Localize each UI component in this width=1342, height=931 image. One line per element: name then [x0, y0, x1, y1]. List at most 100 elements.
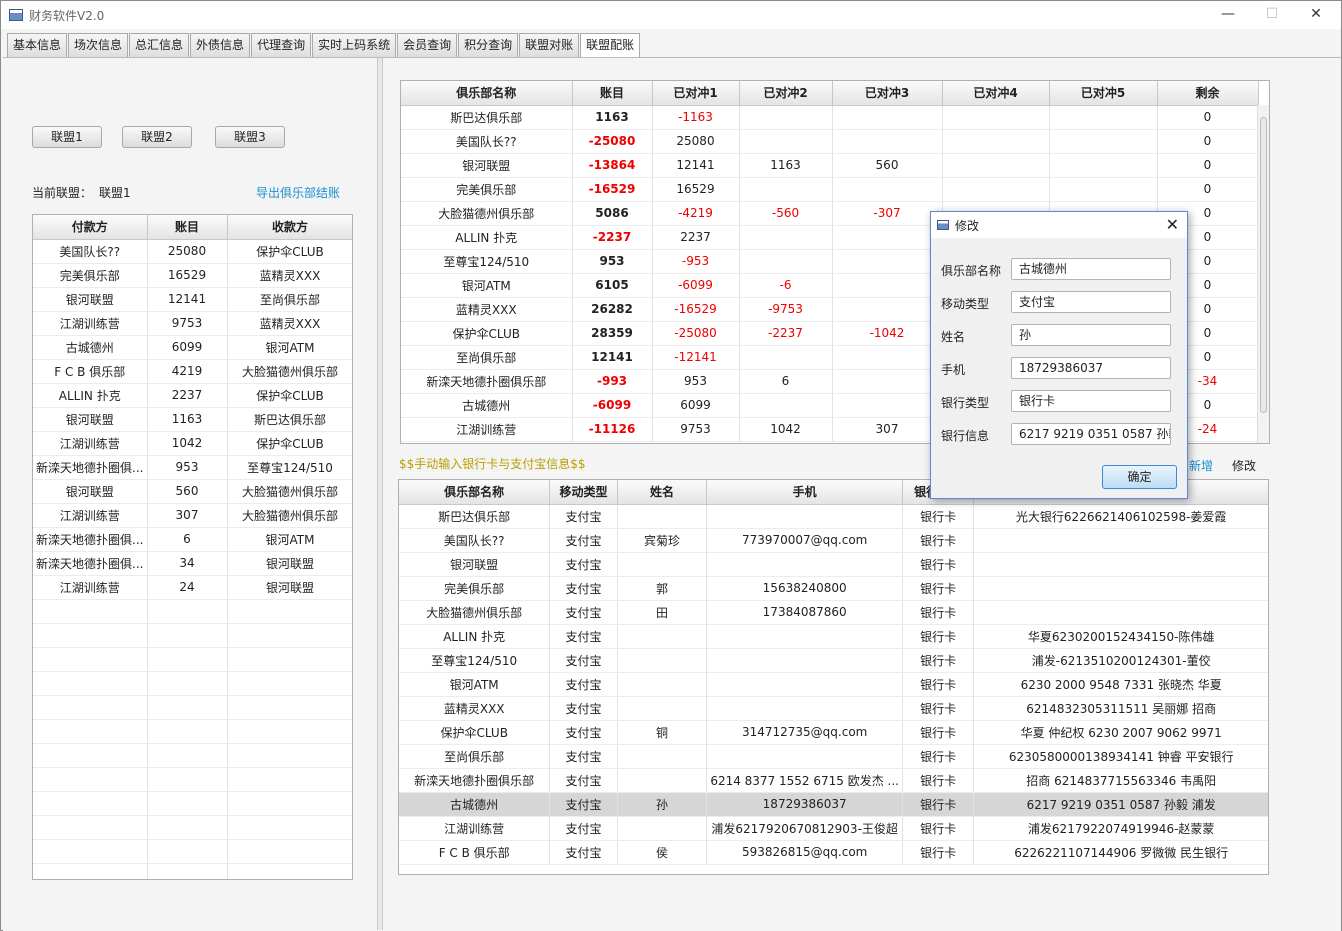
tab-4[interactable]: 代理查询	[251, 33, 312, 57]
maximize-button[interactable]: ☐	[1249, 3, 1295, 27]
table-row[interactable]: 银河联盟 -13864 12141 1163 560 0	[401, 153, 1259, 178]
table-cell: 新滦天地德扑圈俱...	[33, 551, 148, 576]
table-row[interactable]: 银河联盟 支付宝 银行卡	[399, 552, 1268, 577]
column-header[interactable]: 付款方	[33, 215, 148, 240]
empty-cell	[227, 863, 352, 879]
table-cell: 美国队长??	[33, 239, 148, 264]
alliance-3-button[interactable]: 联盟3	[215, 126, 285, 148]
table-row[interactable]: 美国队长?? 25080 保护伞CLUB	[33, 239, 352, 264]
table-cell: 支付宝	[549, 696, 618, 721]
confirm-button[interactable]: 确定	[1102, 465, 1177, 489]
column-header[interactable]: 已对冲2	[739, 81, 833, 106]
tab-7[interactable]: 积分查询	[458, 33, 519, 57]
table-row[interactable]: 江湖训练营 支付宝 浦发6217920670812903-王俊超 银行卡 浦发62179…	[399, 816, 1268, 841]
table-row[interactable]: 蓝精灵XXX 支付宝 银行卡 6214832305311511 吴丽娜 招商	[399, 696, 1268, 721]
close-button[interactable]: ✕	[1293, 3, 1339, 27]
table-cell: F C B 俱乐部	[399, 840, 551, 865]
table-cell: 斯巴达俱乐部	[227, 407, 352, 432]
column-header[interactable]: 已对冲4	[942, 81, 1050, 106]
column-header[interactable]: 俱乐部名称	[399, 480, 551, 505]
table-row[interactable]: 保护伞CLUB 支付宝铜 314712735@qq.com 银行卡 华夏 仲纪权 623…	[399, 720, 1268, 745]
edit-link[interactable]: 修改	[1232, 457, 1256, 474]
table-row[interactable]: 新滦天地德扑圈俱... 6 银河ATM	[33, 527, 352, 552]
table-row[interactable]: 江湖训练营 24 银河联盟	[33, 575, 352, 600]
minimize-button[interactable]: —	[1205, 3, 1251, 27]
table-cell	[706, 648, 904, 673]
title-bar: 财务软件V2.0 — ☐ ✕	[1, 1, 1341, 29]
empty-row	[33, 839, 352, 864]
dialog-field-input[interactable]: 银行卡	[1011, 390, 1171, 412]
table-row[interactable]: 大脸猫德州俱乐部 支付宝田 17384087860 银行卡	[399, 600, 1268, 625]
dialog-field-input[interactable]: 孙	[1011, 324, 1171, 346]
table-row[interactable]: 江湖训练营 1042 保护伞CLUB	[33, 431, 352, 456]
table-row[interactable]: F C B 俱乐部 支付宝侯 593826815@qq.com 银行卡 62262211…	[399, 840, 1268, 865]
column-header[interactable]: 已对冲5	[1049, 81, 1158, 106]
table-row[interactable]: 银河联盟 12141 至尚俱乐部	[33, 287, 352, 312]
add-link[interactable]: 新增	[1189, 457, 1213, 474]
table-row[interactable]: 至尚俱乐部 支付宝 银行卡 6230580000138934141 钟睿 平安银行	[399, 744, 1268, 769]
table-row[interactable]: F C B 俱乐部 4219 大脸猫德州俱乐部	[33, 359, 352, 384]
column-header[interactable]: 已对冲1	[652, 81, 740, 106]
table-row[interactable]: 银河联盟 1163 斯巴达俱乐部	[33, 407, 352, 432]
dialog-field-label: 手机	[941, 363, 966, 377]
settlement-table-scrollbar[interactable]	[1257, 105, 1269, 443]
column-header[interactable]: 移动类型	[549, 480, 618, 505]
table-cell: 16529	[652, 177, 740, 202]
table-row[interactable]: 新滦天地德扑圈俱乐部 支付宝 6214 8377 1552 6715 欧发杰 ...…	[399, 768, 1268, 793]
table-row[interactable]: 江湖训练营 9753 蓝精灵XXX	[33, 311, 352, 336]
column-header[interactable]: 剩余	[1157, 81, 1259, 106]
table-row[interactable]: 银河ATM 支付宝 银行卡 6230 2000 9548 7331 张晓杰 华夏	[399, 672, 1268, 697]
table-row[interactable]: ALLIN 扑克 支付宝 银行卡 华夏6230200152434150-陈伟雄	[399, 624, 1268, 649]
table-row[interactable]: 美国队长?? 支付宝 宾菊珍 773970007@qq.com 银行卡	[399, 528, 1268, 553]
tab-0[interactable]: 基本信息	[7, 33, 68, 57]
table-row[interactable]: 银河联盟 560 大脸猫德州俱乐部	[33, 479, 352, 504]
tab-1[interactable]: 场次信息	[68, 33, 129, 57]
column-header[interactable]: 已对冲3	[832, 81, 943, 106]
column-header[interactable]: 手机	[706, 480, 904, 505]
table-row[interactable]: 江湖训练营 307 大脸猫德州俱乐部	[33, 503, 352, 528]
empty-cell	[147, 743, 228, 768]
table-row[interactable]: 完美俱乐部 16529 蓝精灵XXX	[33, 263, 352, 288]
column-header[interactable]: 账目	[572, 81, 653, 106]
alliance-1-button[interactable]: 联盟1	[32, 126, 102, 148]
tab-5[interactable]: 实时上码系统	[312, 33, 397, 57]
table-row[interactable]: 完美俱乐部 -16529 16529 0	[401, 177, 1259, 202]
table-row[interactable]: 完美俱乐部 支付宝郭 15638240800 银行卡	[399, 576, 1268, 601]
left-panel: 联盟1 联盟2 联盟3 当前联盟： 联盟1 导出俱乐部结账 付款方 账目 收款方 美国…	[3, 58, 375, 930]
dialog-close-button[interactable]: ✕	[1166, 215, 1179, 234]
table-row[interactable]: 美国队长?? -25080 25080 0	[401, 129, 1259, 154]
table-row[interactable]: 至尊宝124/510 支付宝 银行卡 浦发-6213510200124301-董佼	[399, 648, 1268, 673]
table-row[interactable]: ALLIN 扑克 2237 保护伞CLUB	[33, 383, 352, 408]
export-club-settlement-link[interactable]: 导出俱乐部结账	[256, 184, 340, 201]
table-row[interactable]: 古城德州 6099 银河ATM	[33, 335, 352, 360]
dialog-field-input[interactable]: 支付宝	[1011, 291, 1171, 313]
table-cell: 华夏6230200152434150-陈伟雄	[973, 624, 1268, 649]
tab-8[interactable]: 联盟对账	[519, 33, 580, 57]
column-header[interactable]: 俱乐部名称	[401, 81, 573, 106]
dialog-field-input[interactable]: 6217 9219 0351 0587 孙毅	[1011, 423, 1171, 445]
column-header[interactable]: 账目	[147, 215, 228, 240]
tab-9[interactable]: 联盟配账	[580, 33, 641, 57]
table-row[interactable]: 斯巴达俱乐部 支付宝 银行卡 光大银行6226621406102598-姜爱霞	[399, 504, 1268, 529]
empty-cell	[147, 767, 228, 792]
table-row[interactable]: 新滦天地德扑圈俱... 953 至尊宝124/510	[33, 455, 352, 480]
dialog-field-input[interactable]: 18729386037	[1011, 357, 1171, 379]
table-cell: 支付宝	[549, 744, 618, 769]
table-cell	[832, 369, 943, 394]
table-row[interactable]: 新滦天地德扑圈俱... 34 银河联盟	[33, 551, 352, 576]
table-cell: 江湖训练营	[33, 311, 148, 336]
dialog-field-input[interactable]: 古城德州	[1011, 258, 1171, 280]
table-cell: 银河ATM	[227, 335, 352, 360]
table-row[interactable]: 斯巴达俱乐部 1163 -1163 0	[401, 105, 1259, 130]
column-header[interactable]: 收款方	[227, 215, 352, 240]
column-header[interactable]: 姓名	[617, 480, 708, 505]
table-row[interactable]: 古城德州 支付宝孙 18729386037 银行卡 6217 9219 0351 058…	[399, 792, 1268, 817]
alliance-2-button[interactable]: 联盟2	[122, 126, 192, 148]
table-cell: 银行卡	[902, 528, 975, 553]
tab-3[interactable]: 外债信息	[190, 33, 251, 57]
empty-row	[33, 791, 352, 816]
split-divider[interactable]	[377, 58, 383, 930]
table-cell: 银行卡	[902, 624, 975, 649]
tab-2[interactable]: 总汇信息	[129, 33, 190, 57]
tab-6[interactable]: 会员查询	[397, 33, 458, 57]
